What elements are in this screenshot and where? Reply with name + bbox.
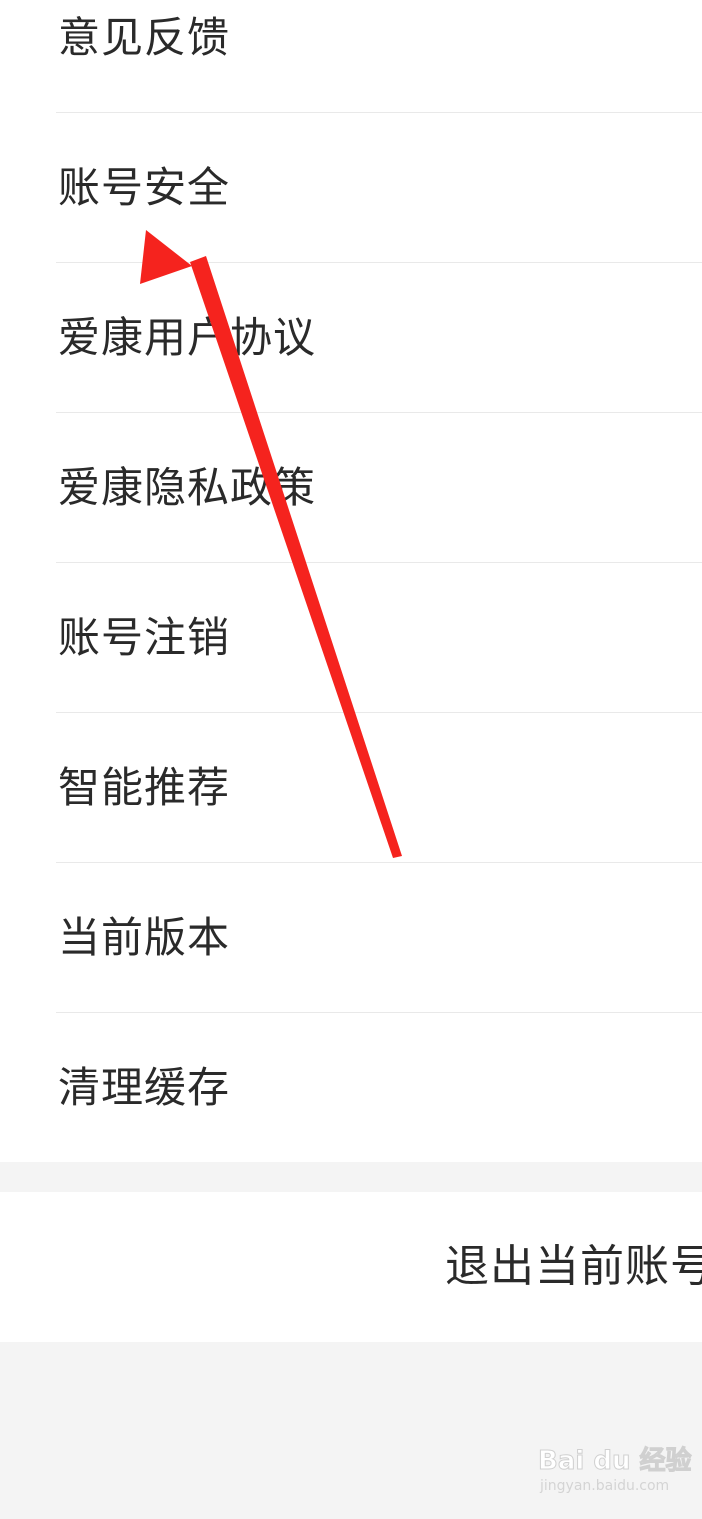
settings-item-account-deletion[interactable]: 账号注销 — [0, 563, 702, 713]
settings-item-label: 账号注销 — [58, 613, 231, 662]
logout-button[interactable]: 退出当前账号 — [0, 1192, 702, 1342]
settings-item-privacy-policy[interactable]: 爱康隐私政策 — [0, 413, 702, 563]
settings-item-label: 意见反馈 — [58, 13, 231, 62]
settings-item-label: 爱康用户协议 — [58, 313, 317, 362]
settings-item-smart-recommendation[interactable]: 智能推荐 — [0, 713, 702, 863]
settings-item-label: 爱康隐私政策 — [58, 463, 317, 512]
settings-item-label: 智能推荐 — [58, 763, 231, 812]
settings-item-account-security[interactable]: 账号安全 — [0, 113, 702, 263]
baidu-watermark: Bai du 经验 jingyan.baidu.com — [538, 1440, 692, 1504]
watermark-logo: Bai du 经验 — [538, 1446, 692, 1477]
settings-item-current-version[interactable]: 当前版本 — [0, 863, 702, 1013]
section-gap — [0, 1162, 702, 1192]
settings-item-user-agreement[interactable]: 爱康用户协议 — [0, 263, 702, 413]
settings-item-label: 清理缓存 — [58, 1063, 231, 1112]
settings-item-label: 当前版本 — [58, 913, 231, 962]
settings-item-feedback[interactable]: 意见反馈 — [0, 0, 702, 113]
settings-item-label: 账号安全 — [58, 163, 231, 212]
watermark-url: jingyan.baidu.com — [540, 1478, 670, 1494]
settings-item-clear-cache[interactable]: 清理缓存 — [0, 1013, 702, 1163]
logout-label: 退出当前账号 — [445, 1241, 702, 1292]
settings-list: 意见反馈 账号安全 爱康用户协议 爱康隐私政策 账号注销 智能推荐 当前版本 清… — [0, 0, 702, 1162]
